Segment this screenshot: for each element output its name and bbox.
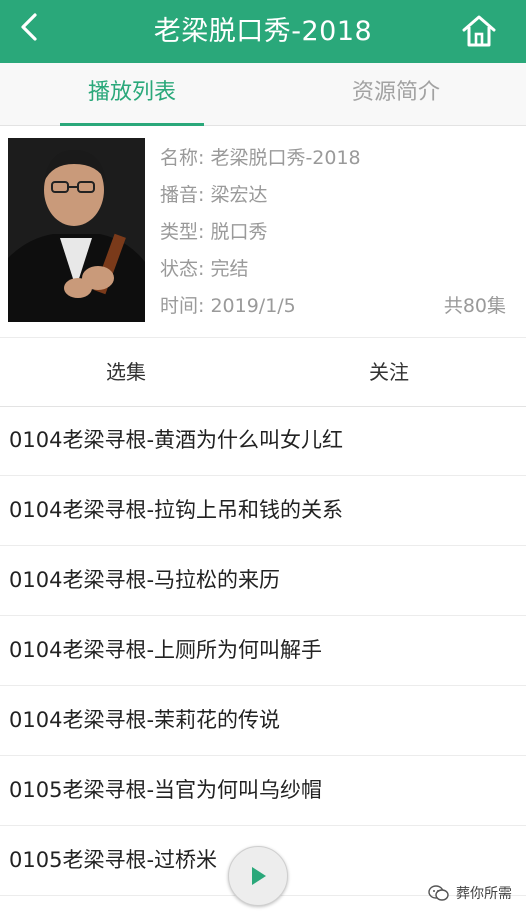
album-status: 状态: 完结 (160, 258, 249, 280)
episode-item[interactable]: 0105老梁寻根-当官为何叫乌纱帽 (0, 756, 526, 826)
album-time: 时间: 2019/1/5 (160, 295, 296, 317)
page-title: 老梁脱口秀-2018 (153, 16, 373, 47)
watermark: 葬你所需 (428, 878, 512, 908)
episode-item[interactable]: 0104老梁寻根-茉莉花的传说 (0, 686, 526, 756)
wechat-icon (428, 885, 449, 901)
album-name: 名称: 老梁脱口秀-2018 (160, 147, 361, 169)
album-meta: 名称: 老梁脱口秀-2018 播音: 梁宏达 类型: 脱口秀 状态: 完结 时间… (160, 144, 361, 329)
tab-playlist[interactable]: 播放列表 (60, 63, 204, 126)
episode-count: 共80集 (443, 295, 506, 317)
play-button[interactable] (228, 846, 288, 906)
select-episodes-button[interactable]: 选集 (66, 338, 186, 406)
episode-item[interactable]: 0104老梁寻根-黄酒为什么叫女儿红 (0, 406, 526, 476)
episode-item[interactable]: 0104老梁寻根-上厕所为何叫解手 (0, 616, 526, 686)
play-icon (252, 867, 266, 885)
home-icon (462, 15, 496, 47)
follow-button[interactable]: 关注 (329, 338, 449, 406)
album-cover-image (8, 138, 145, 322)
album-type: 类型: 脱口秀 (160, 221, 268, 243)
episode-item[interactable]: 0104老梁寻根-拉钩上吊和钱的关系 (0, 476, 526, 546)
app-header: 老梁脱口秀-2018 (0, 0, 526, 63)
episode-item[interactable]: 0104老梁寻根-马拉松的来历 (0, 546, 526, 616)
home-button[interactable] (460, 13, 498, 49)
album-host: 播音: 梁宏达 (160, 184, 268, 206)
action-bar: 选集 关注 (0, 337, 526, 407)
album-info: 名称: 老梁脱口秀-2018 播音: 梁宏达 类型: 脱口秀 状态: 完结 时间… (0, 126, 526, 336)
tab-bar: 播放列表 资源简介 (0, 63, 526, 126)
watermark-text: 葬你所需 (456, 886, 512, 902)
episode-list: 0104老梁寻根-黄酒为什么叫女儿红 0104老梁寻根-拉钩上吊和钱的关系 01… (0, 406, 526, 896)
tab-resource-intro[interactable]: 资源简介 (324, 63, 468, 125)
